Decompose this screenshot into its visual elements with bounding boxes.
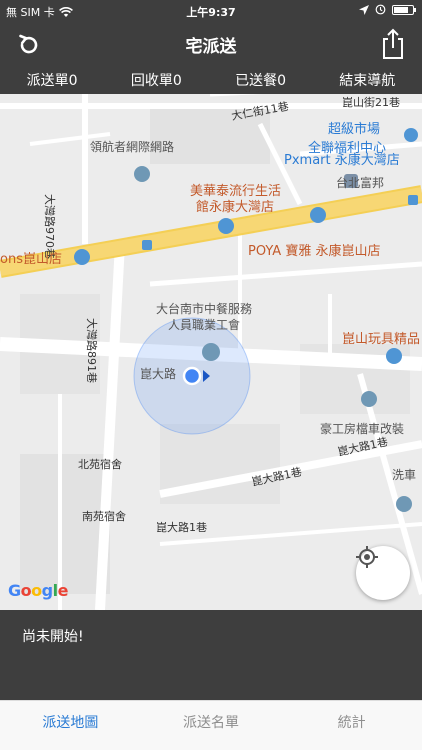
map-label: 洗車 — [392, 468, 417, 482]
map-label: ons崑山店 — [0, 252, 62, 267]
order-tabs: 派送單0 回收單0 已送餐0 結束導航 — [0, 66, 422, 94]
battery-icon — [392, 4, 416, 15]
tab-end-navigation[interactable]: 結束導航 — [333, 70, 401, 90]
map-label: 領航者網際網路 — [90, 140, 175, 154]
map-roads — [0, 94, 422, 610]
tab-recycle-orders[interactable]: 回收單0 — [125, 70, 188, 90]
map-label: 崑大路 — [140, 367, 177, 381]
crosshair-icon — [356, 546, 378, 568]
map-view[interactable]: 大仁街11巷 崑山街21巷 超級市場 全聯福利中心 Pxmart 永康大灣店 領航者網際網… — [0, 94, 422, 610]
location-arrow-icon — [359, 4, 369, 15]
status-right — [359, 4, 416, 15]
google-logo: Google — [8, 581, 68, 600]
map-label: 豪工房檔車改裝 — [320, 422, 405, 436]
map-label: 大灣路891巷 — [85, 318, 98, 383]
bottom-tab-bar: 派送地圖 派送名單 統計 — [0, 700, 422, 750]
map-label: 北苑宿舍 — [78, 458, 122, 471]
map-label: 大台南市中餐服務 — [156, 302, 253, 316]
map-label: 台北富邦 — [336, 176, 385, 190]
status-bar: 無 SIM 卡 上午9:37 — [0, 0, 422, 22]
tab-delivery-list[interactable]: 派送名單 — [141, 701, 282, 750]
map-label: 人員職業工會 — [168, 318, 241, 332]
map-label: 館永康大灣店 — [196, 200, 275, 215]
status-message: 尚未開始! — [22, 629, 84, 645]
tab-statistics[interactable]: 統計 — [281, 701, 422, 750]
alarm-icon — [375, 4, 386, 15]
page-title: 宅派送 — [185, 37, 237, 57]
map-label: Pxmart 永康大灣店 — [284, 153, 400, 168]
map-label: 崑山玩具精品 — [342, 332, 421, 347]
tab-delivery-map[interactable]: 派送地圖 — [0, 701, 141, 750]
tab-delivered[interactable]: 已送餐0 — [229, 70, 292, 90]
map-label: POYA 寶雅 永康崑山店 — [248, 244, 381, 259]
map-label: 超級市場 — [328, 122, 381, 137]
tab-dispatch-orders[interactable]: 派送單0 — [21, 70, 84, 90]
my-location-button[interactable] — [356, 546, 410, 600]
map-label: 南苑宿舍 — [82, 510, 126, 523]
share-icon — [383, 28, 403, 59]
share-button[interactable] — [378, 28, 408, 60]
map-label: 崑山街21巷 — [342, 96, 400, 109]
nav-bar: 宅派送 — [0, 22, 422, 66]
map-label: 崑大路1巷 — [156, 521, 207, 534]
delivery-status-panel: 尚未開始! — [0, 610, 422, 700]
